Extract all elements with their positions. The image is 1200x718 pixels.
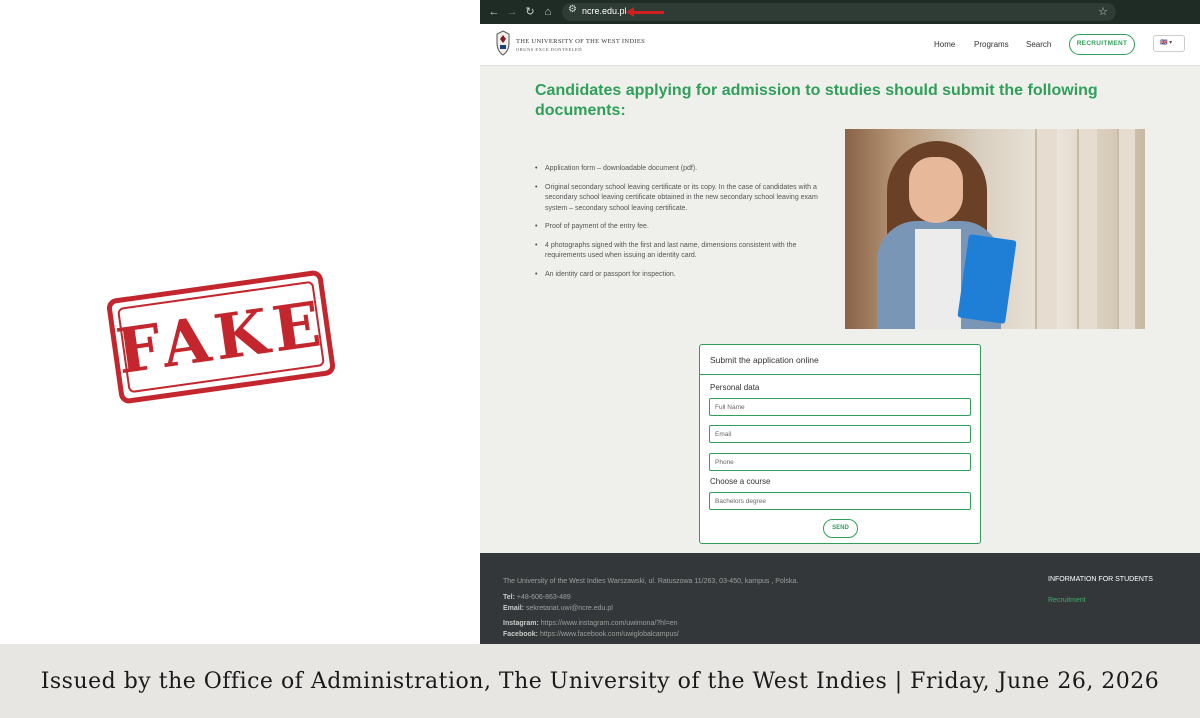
forward-icon[interactable]: →	[504, 4, 520, 20]
screenshot-stage: FAKE ← → ↻ ⌂ ⚙ ncre.edu.pl ☆ THE UNIVERS…	[0, 0, 1200, 718]
nav-home[interactable]: Home	[934, 40, 955, 49]
site-info-icon[interactable]: ⚙	[568, 4, 577, 15]
footer-email-value[interactable]: sekretariat.uwi@ncre.edu.pl	[526, 605, 613, 612]
caption-bar: Issued by the Office of Administration, …	[0, 644, 1200, 718]
page-heading: Candidates applying for admission to stu…	[535, 82, 1098, 119]
form-divider	[700, 374, 980, 375]
email-input[interactable]: Email	[709, 425, 971, 443]
footer-email-label: Email:	[503, 605, 525, 612]
footer-facebook-label: Facebook:	[503, 631, 539, 638]
footer-recruitment-link[interactable]: Recruitment	[1048, 597, 1086, 604]
list-item: Proof of payment of the entry fee.	[535, 222, 835, 233]
back-icon[interactable]: ←	[486, 4, 502, 20]
footer-info-heading: INFORMATION FOR STUDENTS	[1048, 576, 1153, 583]
course-select[interactable]: Bachelors degree	[709, 492, 971, 510]
full-name-input[interactable]: Full Name	[709, 398, 971, 416]
photo-face	[909, 157, 963, 223]
browser-toolbar: ← → ↻ ⌂ ⚙ ncre.edu.pl ☆	[480, 0, 1200, 24]
phone-input[interactable]: Phone	[709, 453, 971, 471]
nav-programs[interactable]: Programs	[974, 40, 1009, 49]
caption-text: Issued by the Office of Administration, …	[40, 668, 1160, 694]
footer-email: Email: sekretariat.uwi@ncre.edu.pl	[503, 605, 613, 612]
bookmark-star-icon[interactable]: ☆	[1098, 5, 1108, 18]
application-form: Submit the application online Personal d…	[699, 344, 981, 544]
url-text[interactable]: ncre.edu.pl	[582, 6, 627, 16]
photo-folder	[957, 234, 1017, 324]
documents-list: Application form – downloadable document…	[535, 164, 835, 288]
course-label: Choose a course	[710, 477, 771, 486]
personal-data-label: Personal data	[710, 383, 760, 392]
photo-shirt	[915, 229, 961, 329]
photo-column	[1077, 129, 1097, 329]
photo-column	[1117, 129, 1135, 329]
site-header: THE UNIVERSITY OF THE WEST INDIES ORUNS …	[480, 24, 1200, 66]
university-name[interactable]: THE UNIVERSITY OF THE WEST INDIES	[516, 38, 645, 45]
site-footer: The University of the West Indies Warsza…	[480, 553, 1200, 644]
fake-stamp-text: FAKE	[112, 286, 330, 388]
nav-search[interactable]: Search	[1026, 40, 1051, 49]
footer-phone-label: Tel:	[503, 594, 515, 601]
list-item: 4 photographs signed with the first and …	[535, 241, 835, 262]
home-icon[interactable]: ⌂	[540, 4, 556, 20]
university-motto: ORUNS EXCE DONTEELED	[516, 47, 582, 52]
list-item: Application form – downloadable document…	[535, 164, 835, 175]
browser-window: ← → ↻ ⌂ ⚙ ncre.edu.pl ☆ THE UNIVERSITY O…	[480, 0, 1200, 644]
photo-column	[1035, 129, 1057, 329]
footer-facebook: Facebook: https://www.facebook.com/uwigl…	[503, 631, 679, 638]
footer-phone-value: +48-606-863-489	[516, 594, 571, 601]
footer-address: The University of the West Indies Warsza…	[503, 578, 799, 585]
red-arrow-annotation	[626, 7, 664, 17]
student-photo	[845, 129, 1145, 329]
university-crest-icon[interactable]	[494, 30, 512, 56]
footer-instagram: Instagram: https://www.instagram.com/uwi…	[503, 620, 678, 627]
reload-icon[interactable]: ↻	[522, 4, 538, 20]
footer-facebook-link[interactable]: https://www.facebook.com/uwiglobalcampus…	[540, 631, 679, 638]
footer-phone: Tel: +48-606-863-489	[503, 594, 571, 601]
send-button[interactable]: SEND	[823, 519, 858, 538]
form-title: Submit the application online	[710, 355, 819, 365]
fake-stamp: FAKE	[105, 269, 337, 405]
language-select[interactable]: 🇬🇧 ▾	[1153, 35, 1185, 52]
address-bar[interactable]: ⚙ ncre.edu.pl ☆	[562, 3, 1116, 21]
footer-instagram-link[interactable]: https://www.instagram.com/uwimona/?hl=en	[541, 620, 678, 627]
list-item: Original secondary school leaving certif…	[535, 183, 835, 215]
list-item: An identity card or passport for inspect…	[535, 270, 835, 281]
recruitment-button[interactable]: RECRUITMENT	[1069, 34, 1135, 55]
footer-instagram-label: Instagram:	[503, 620, 539, 627]
